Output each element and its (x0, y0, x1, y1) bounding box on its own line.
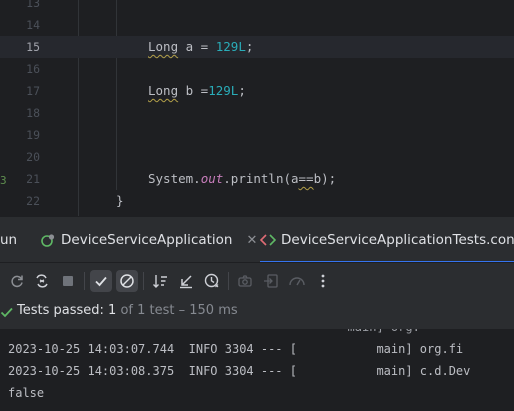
code-line[interactable]: 14 (0, 14, 514, 36)
sort-icon[interactable] (149, 270, 171, 292)
more-icon[interactable] (312, 270, 334, 292)
ignored-icon[interactable] (116, 270, 138, 292)
run-label[interactable]: un (0, 217, 17, 263)
code-text: Long a = 129L; (148, 36, 253, 58)
code-line[interactable]: 18 (0, 102, 514, 124)
status-detail: of 1 test – 150 ms (116, 303, 238, 318)
code-token: b); (313, 171, 337, 186)
code-line-current[interactable]: 15 Long a = 129L; (0, 36, 514, 58)
code-token: b = (178, 83, 209, 98)
code-token: a = (178, 39, 216, 54)
tab-label: DeviceServiceApplication (61, 232, 233, 248)
number-literal: 129L (208, 83, 239, 98)
run-tool-window-tabs: un DeviceServiceApplication ✕ DeviceServ… (0, 216, 514, 263)
line-number: 17 (26, 84, 40, 98)
status-label: Tests passed: (17, 303, 109, 318)
type-token: Long (148, 39, 179, 54)
import-icon[interactable] (260, 270, 282, 292)
code-line[interactable]: 17 Long b =129L; (0, 80, 514, 102)
run-label-text: un (0, 232, 18, 248)
console-output[interactable]: main] org. 2023-10-25 14:03:07.744 INFO … (0, 328, 514, 411)
code-line[interactable]: 16 (0, 58, 514, 80)
code-line[interactable]: 13 (0, 0, 514, 14)
line-number: 16 (26, 62, 40, 76)
tab-device-service-application-tests[interactable]: DeviceServiceApplicationTests.conte (259, 217, 514, 263)
line-number: 15 (26, 40, 40, 54)
code-token: System. (148, 171, 201, 186)
line-number: 19 (26, 128, 40, 142)
line-number: 13 (26, 0, 40, 10)
code-line[interactable]: 22 } (0, 190, 514, 212)
test-runner-toolbar (0, 262, 514, 298)
line-number: 18 (26, 106, 40, 120)
camera-icon[interactable] (234, 270, 256, 292)
console-line: 2023-10-25 14:03:08.375 INFO 3304 --- [ … (8, 364, 471, 378)
code-token: ; (245, 39, 254, 54)
code-line[interactable]: 19 (0, 124, 514, 146)
operator-warning: == (298, 171, 314, 186)
test-diamond-icon (259, 232, 277, 248)
check-icon[interactable] (90, 270, 112, 292)
close-icon[interactable]: ✕ (247, 233, 258, 248)
code-editor[interactable]: 13 14 15 Long a = 129L; 16 17 Long b =12… (0, 0, 514, 216)
code-line[interactable]: 20 (0, 146, 514, 168)
collapse-icon[interactable] (175, 270, 197, 292)
type-token: Long (148, 83, 179, 98)
toolbar-separator (228, 272, 229, 290)
console-line: main] org. (8, 329, 420, 338)
tests-passed-text: Tests passed: 1 of 1 test – 150 ms (17, 298, 238, 324)
stop-icon[interactable] (57, 270, 79, 292)
console-line: 2023-10-25 14:03:07.744 INFO 3304 --- [ … (8, 342, 464, 356)
line-number: 20 (26, 150, 40, 164)
line-number: 22 (26, 194, 40, 208)
code-text: System.out.println(a==b); (148, 168, 336, 190)
line-number: 14 (26, 18, 40, 32)
rerun-icon[interactable] (6, 270, 28, 292)
code-text: Long b =129L; (148, 80, 246, 102)
closing-brace: } (116, 193, 124, 208)
code-token: ; (238, 83, 246, 98)
check-icon (0, 304, 14, 318)
toolbar-separator (84, 272, 85, 290)
tab-device-service-application[interactable]: DeviceServiceApplication ✕ (40, 217, 257, 263)
field-token: out (200, 171, 224, 186)
tab-label: DeviceServiceApplicationTests.conte (281, 232, 514, 248)
coverage-icon[interactable] (286, 270, 308, 292)
spring-app-icon (40, 232, 56, 248)
code-line[interactable]: 21 System.out.println(a==b); (0, 168, 514, 190)
history-icon[interactable] (201, 270, 223, 292)
number-literal: 129L (215, 39, 246, 54)
test-status-bar: Tests passed: 1 of 1 test – 150 ms (0, 298, 514, 328)
toolbar-separator (143, 272, 144, 290)
console-line: false (8, 386, 45, 400)
rerun-failed-icon[interactable] (31, 270, 53, 292)
gutter-run-marker[interactable]: 3 (0, 174, 7, 187)
code-token: .println(a (223, 171, 299, 186)
